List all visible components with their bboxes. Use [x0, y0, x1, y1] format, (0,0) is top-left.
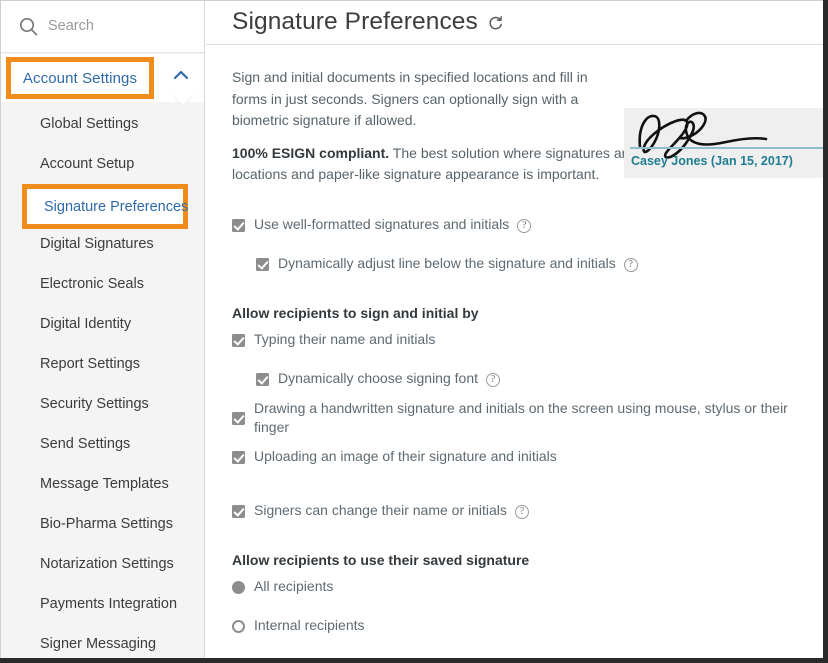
help-icon[interactable]: ? — [623, 257, 638, 272]
search-input[interactable] — [48, 18, 188, 34]
refresh-icon[interactable] — [487, 15, 504, 32]
option-label: Use well-formatted signatures and initia… — [254, 216, 510, 232]
sidebar-item-message-templates[interactable]: Message Templates — [0, 464, 204, 504]
sidebar-item-label: Digital Signatures — [40, 236, 154, 252]
sidebar-item-security-settings[interactable]: Security Settings — [0, 384, 204, 424]
radio-option-all-recipients[interactable]: All recipients — [232, 574, 797, 600]
sidebar-item-label: Signature Preferences — [44, 198, 189, 215]
sidebar-section-account-settings[interactable]: Account Settings — [0, 54, 204, 105]
sidebar-item-label: Report Settings — [40, 356, 140, 372]
option-change-name[interactable]: Signers can change their name or initial… — [232, 498, 797, 524]
option-dynamic-line[interactable]: Dynamically adjust line below the signat… — [232, 251, 797, 277]
checkbox-use-well-formatted[interactable] — [232, 219, 245, 232]
group-heading-sign-by: Allow recipients to sign and initial by — [232, 304, 479, 321]
option-label: All recipients — [254, 578, 334, 594]
sidebar-item-send-settings[interactable]: Send Settings — [0, 424, 204, 464]
sidebar-item-global-settings[interactable]: Global Settings — [0, 104, 204, 144]
sidebar-item-electronic-seals[interactable]: Electronic Seals — [0, 264, 204, 304]
checkbox-drawing-signature[interactable] — [232, 412, 245, 425]
sidebar-item-label: Bio-Pharma Settings — [40, 516, 173, 532]
sidebar-item-bio-pharma-settings[interactable]: Bio-Pharma Settings — [0, 504, 204, 544]
sidebar-item-label: Send Settings — [40, 436, 131, 452]
esign-bold: 100% ESIGN compliant. — [232, 144, 390, 161]
signature-rule — [630, 147, 823, 149]
checkbox-change-name[interactable] — [232, 505, 245, 518]
checkbox-dynamic-font[interactable] — [256, 373, 269, 386]
option-label: No one — [245, 655, 299, 658]
radio-internal-recipients[interactable] — [232, 620, 245, 633]
option-label: Uploading an image of their signature an… — [254, 448, 557, 464]
sidebar-item-notarization-settings[interactable]: Notarization Settings — [0, 544, 204, 584]
option-label: Dynamically adjust line below the signat… — [278, 255, 616, 271]
sidebar-item-label: Signer Messaging — [40, 636, 157, 652]
sidebar-item-signer-messaging[interactable]: Signer Messaging — [0, 624, 204, 658]
highlight-box-account-settings: Account Settings — [6, 57, 154, 99]
sidebar-item-payments-integration[interactable]: Payments Integration — [0, 584, 204, 624]
radio-all-recipients[interactable] — [232, 581, 245, 594]
sidebar-item-label: Digital Identity — [40, 316, 132, 332]
main-content: Signature Preferences Sign and initial d… — [206, 0, 823, 658]
sidebar-section-label: Account Settings — [22, 69, 138, 87]
option-dynamic-font[interactable]: Dynamically choose signing font ? — [232, 366, 797, 392]
sidebar: Account Settings Global Settings Account… — [0, 0, 205, 658]
signature-preview-card: Casey Jones (Jan 15, 2017) — [624, 108, 823, 178]
option-label: Typing their name and initials — [254, 331, 436, 347]
option-uploading-image[interactable]: Uploading an image of their signature an… — [232, 444, 797, 470]
help-icon[interactable]: ? — [514, 504, 529, 519]
sidebar-item-label: Global Settings — [40, 116, 139, 132]
page-title: Signature Preferences — [232, 8, 478, 35]
sidebar-item-label: Security Settings — [40, 396, 149, 412]
chevron-up-icon[interactable] — [172, 68, 190, 82]
checkbox-typing-name[interactable] — [232, 334, 245, 347]
option-label: Drawing a handwritten signature and init… — [254, 399, 788, 435]
options-section: Use well-formatted signatures and initia… — [206, 212, 823, 658]
option-use-well-formatted[interactable]: Use well-formatted signatures and initia… — [232, 212, 797, 238]
sidebar-item-report-settings[interactable]: Report Settings — [0, 344, 204, 384]
search-icon — [19, 17, 38, 35]
sidebar-item-digital-signatures[interactable]: Digital Signatures — [0, 224, 204, 264]
intro-section: Sign and initial documents in specified … — [206, 45, 823, 186]
sidebar-item-digital-identity[interactable]: Digital Identity — [0, 304, 204, 344]
sidebar-item-label: Account Setup — [40, 156, 135, 172]
option-drawing-signature[interactable]: Drawing a handwritten signature and init… — [232, 400, 797, 435]
radio-option-internal-recipients[interactable]: Internal recipients — [232, 613, 797, 639]
signature-name-date: Casey Jones (Jan 15, 2017) — [631, 154, 793, 168]
search-box[interactable] — [0, 0, 204, 53]
sidebar-item-signature-preferences[interactable]: Signature Preferences — [27, 189, 188, 224]
highlight-box-signature-preferences: Signature Preferences — [22, 184, 188, 229]
intro-paragraph: Sign and initial documents in specified … — [232, 69, 588, 128]
help-icon[interactable]: ? — [517, 218, 532, 233]
option-label: Internal recipients — [254, 617, 365, 633]
page-header: Signature Preferences — [206, 0, 823, 45]
sidebar-item-label: Message Templates — [40, 476, 169, 492]
option-typing-name[interactable]: Typing their name and initials — [232, 327, 797, 353]
sidebar-item-label: Payments Integration — [40, 596, 178, 612]
group-heading-saved-signature: Allow recipients to use their saved sign… — [232, 551, 530, 568]
sidebar-item-account-setup[interactable]: Account Setup — [0, 144, 204, 184]
option-label: Signers can change their name or initial… — [254, 502, 507, 518]
app-window: Account Settings Global Settings Account… — [0, 0, 828, 663]
sidebar-item-label: Electronic Seals — [40, 276, 144, 292]
radio-option-no-one[interactable]: No one — [232, 652, 797, 658]
checkbox-dynamic-line[interactable] — [256, 258, 269, 271]
sidebar-item-label: Notarization Settings — [40, 556, 174, 572]
checkbox-uploading-image[interactable] — [232, 451, 245, 464]
option-label: Dynamically choose signing font — [278, 370, 478, 386]
help-icon[interactable]: ? — [486, 372, 500, 387]
